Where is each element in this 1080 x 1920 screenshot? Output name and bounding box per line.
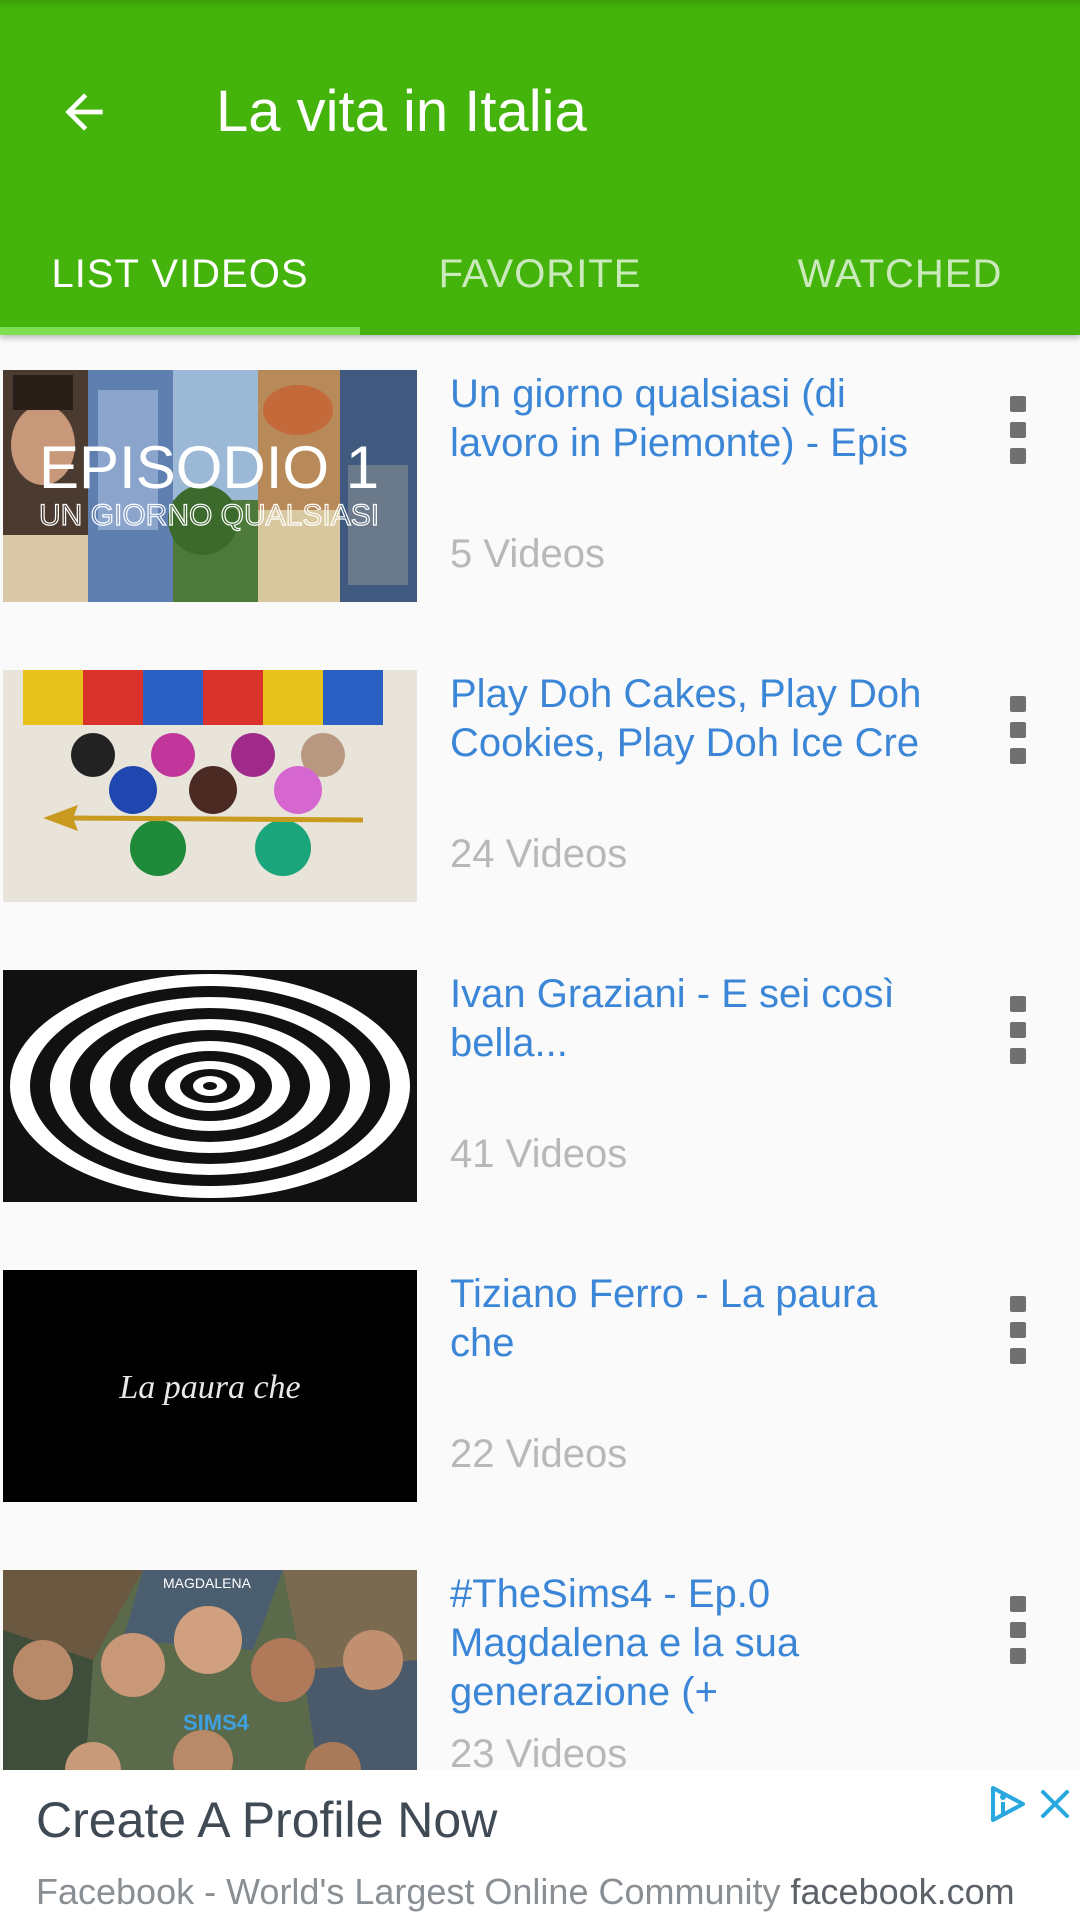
playlist-count: 24 Videos xyxy=(450,832,628,876)
ad-choices-icon xyxy=(991,1786,1025,1822)
status-shade xyxy=(0,0,1080,8)
playlist-title[interactable]: #TheSims4 - Ep.0 Magdalena e la sua gene… xyxy=(450,1570,950,1717)
list-item[interactable]: Ivan Graziani - E sei così bella... 41 V… xyxy=(0,935,1080,1235)
ad-headline[interactable]: Create A Profile Now xyxy=(36,1788,497,1852)
more-options-button[interactable] xyxy=(990,985,1046,1075)
thumbnail-la-paura-che[interactable]: La paura che xyxy=(3,1270,417,1502)
ad-banner[interactable]: Create A Profile Now Facebook - World's … xyxy=(0,1770,1080,1920)
more-vert-dot xyxy=(1010,1048,1026,1064)
app-bar: La vita in Italia LIST VIDEOS FAVORITE W… xyxy=(0,0,1080,335)
more-vert-dot xyxy=(1010,1348,1026,1364)
more-vert-icon xyxy=(1010,1596,1026,1612)
thumbnail-play-doh[interactable] xyxy=(3,670,417,902)
more-vert-dot xyxy=(1010,722,1026,738)
playlist-list[interactable]: EPISODIO 1 UN GIORNO QUALSIASI Un giorno… xyxy=(0,335,1080,1770)
more-options-button[interactable] xyxy=(990,685,1046,775)
tab-favorite[interactable]: FAVORITE xyxy=(360,222,720,327)
playlist-count: 41 Videos xyxy=(450,1132,628,1176)
playlist-count: 23 Videos xyxy=(450,1732,628,1770)
more-vert-dot xyxy=(1010,1322,1026,1338)
thumbnail-name-text: MAGDALENA xyxy=(163,1575,252,1591)
thumbnail-logo-text: SIMS4 xyxy=(183,1710,250,1735)
thumbnail-title-text: EPISODIO 1 xyxy=(39,434,379,501)
list-item[interactable]: MAGDALENA SIMS4 #TheSims4 - Ep.0 Magdale… xyxy=(0,1535,1080,1770)
more-options-button[interactable] xyxy=(990,1585,1046,1675)
list-item[interactable]: Play Doh Cakes, Play Doh Cookies, Play D… xyxy=(0,635,1080,935)
ad-domain[interactable]: facebook.com xyxy=(791,1871,1015,1912)
more-vert-icon xyxy=(1010,696,1026,712)
playlist-title[interactable]: Play Doh Cakes, Play Doh Cookies, Play D… xyxy=(450,670,950,768)
thumbnail-spiral[interactable] xyxy=(3,970,417,1202)
close-icon xyxy=(1041,1790,1069,1818)
playlist-count: 22 Videos xyxy=(450,1432,628,1476)
ad-close-button[interactable] xyxy=(1035,1782,1075,1826)
thumbnail-subtitle-text: UN GIORNO QUALSIASI xyxy=(39,499,379,532)
thumbnail-episode-1[interactable]: EPISODIO 1 UN GIORNO QUALSIASI xyxy=(3,370,417,602)
more-vert-dot xyxy=(1010,1022,1026,1038)
ad-source: Facebook - World's Largest Online Commun… xyxy=(36,1871,781,1912)
list-item[interactable]: EPISODIO 1 UN GIORNO QUALSIASI Un giorno… xyxy=(0,335,1080,635)
back-button[interactable] xyxy=(40,68,128,156)
playlist-title[interactable]: Ivan Graziani - E sei così bella... xyxy=(450,970,950,1068)
ad-description: Facebook - World's Largest Online Commun… xyxy=(36,1870,1015,1914)
arrow-left-icon xyxy=(65,93,103,131)
tab-watched[interactable]: WATCHED xyxy=(720,222,1080,327)
list-item[interactable]: La paura che Tiziano Ferro - La paura ch… xyxy=(0,1235,1080,1535)
page-title: La vita in Italia xyxy=(216,79,587,144)
more-options-button[interactable] xyxy=(990,1285,1046,1375)
thumbnail-sims4[interactable]: MAGDALENA SIMS4 xyxy=(3,1570,417,1770)
more-options-button[interactable] xyxy=(990,385,1046,475)
more-vert-dot xyxy=(1010,748,1026,764)
playlist-title[interactable]: Tiziano Ferro - La paura che xyxy=(450,1270,950,1368)
tab-indicator xyxy=(0,327,360,335)
thumbnail-caption-text: La paura che xyxy=(118,1369,300,1406)
more-vert-icon xyxy=(1010,1296,1026,1312)
more-vert-dot xyxy=(1010,422,1026,438)
playlist-title[interactable]: Un giorno qualsiasi (di lavoro in Piemon… xyxy=(450,370,950,468)
more-vert-icon xyxy=(1010,396,1026,412)
more-vert-icon xyxy=(1010,996,1026,1012)
playlist-count: 5 Videos xyxy=(450,532,605,576)
more-vert-dot xyxy=(1010,448,1026,464)
more-vert-dot xyxy=(1010,1648,1026,1664)
tab-list-videos[interactable]: LIST VIDEOS xyxy=(0,222,360,327)
more-vert-dot xyxy=(1010,1622,1026,1638)
ad-choices-button[interactable] xyxy=(985,1782,1029,1826)
tab-bar: LIST VIDEOS FAVORITE WATCHED xyxy=(0,222,1080,335)
